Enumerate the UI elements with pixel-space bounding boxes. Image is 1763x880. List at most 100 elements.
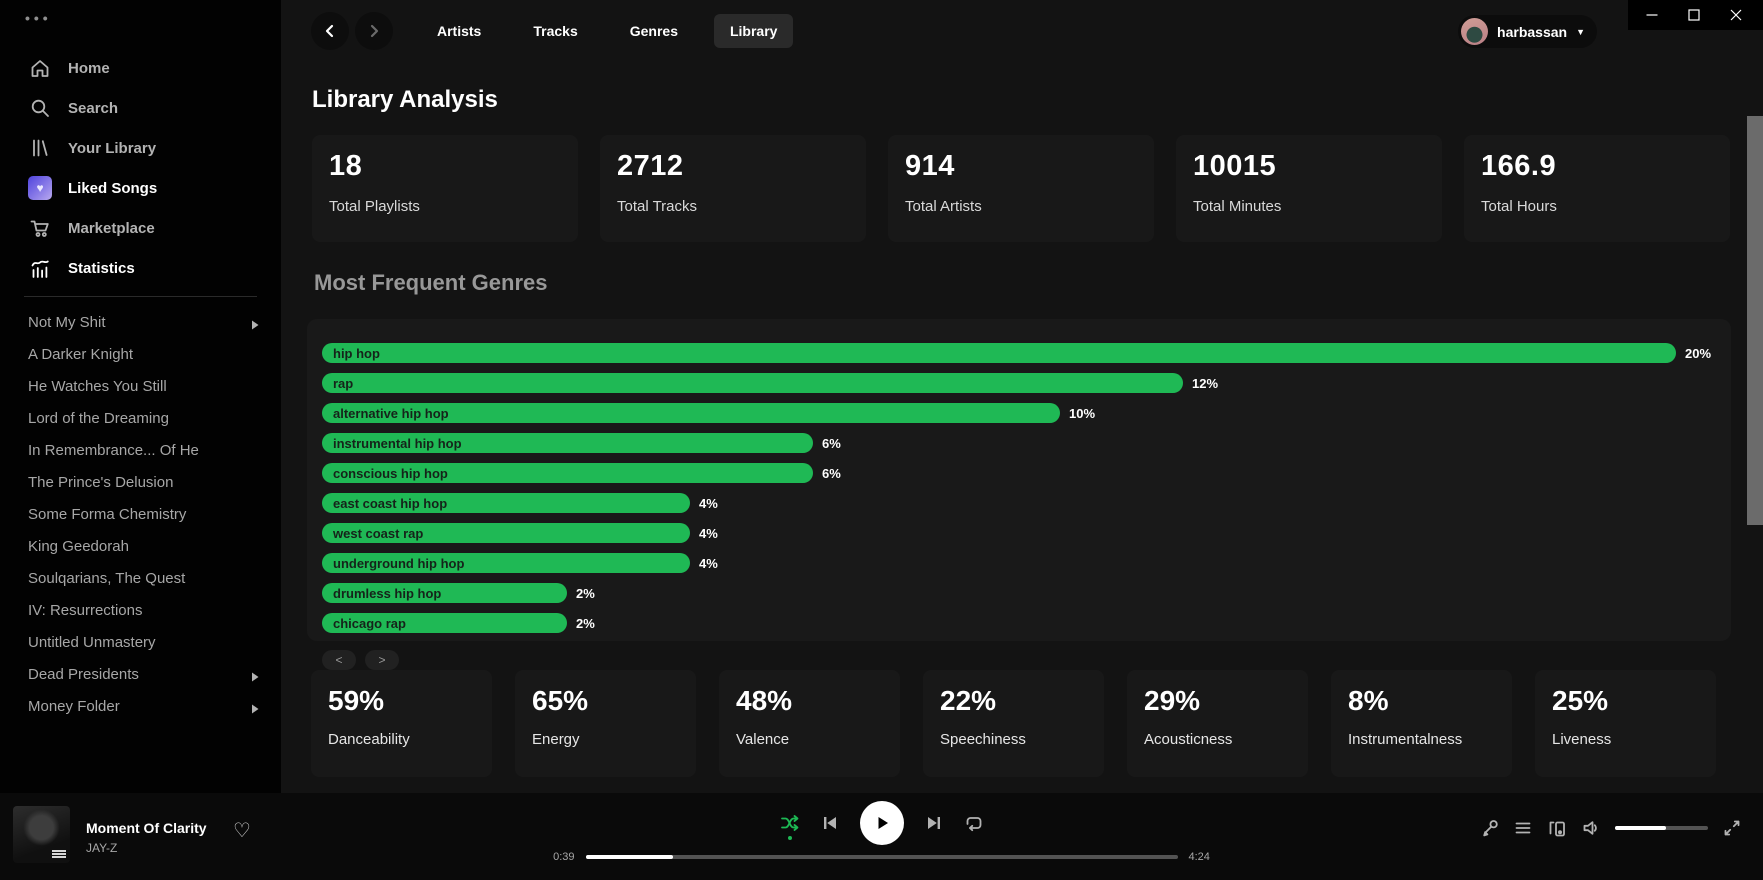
sidebar-playlist-item[interactable]: Soulqarians, The Quest xyxy=(0,562,281,594)
sidebar-playlist-item[interactable]: Untitled Unmastery xyxy=(0,626,281,658)
nav-forward-button[interactable] xyxy=(355,12,393,50)
window-controls xyxy=(1628,0,1763,30)
sidebar-playlist-item[interactable]: IV: Resurrections xyxy=(0,594,281,626)
shuffle-button[interactable] xyxy=(780,813,800,833)
genre-bar-row: conscious hip hop 6% xyxy=(322,458,1731,488)
stat-card: 18 Total Playlists xyxy=(312,135,578,242)
time-elapsed: 0:39 xyxy=(547,851,575,863)
genre-bar[interactable]: east coast hip hop xyxy=(322,493,690,513)
genre-bar[interactable]: instrumental hip hop xyxy=(322,433,813,453)
genre-bar[interactable]: rap xyxy=(322,373,1183,393)
sidebar-item-marketplace[interactable]: Marketplace xyxy=(0,208,281,248)
volume-icon[interactable] xyxy=(1582,819,1600,837)
chart-next-page-button[interactable]: > xyxy=(365,650,399,670)
player-bar: Moment Of Clarity JAY-Z ♡ 0:39 4:24 xyxy=(0,793,1763,880)
genres-section-title: Most Frequent Genres xyxy=(314,270,547,296)
chevron-right-icon xyxy=(251,317,259,327)
previous-button[interactable] xyxy=(822,815,838,831)
minimize-button[interactable] xyxy=(1646,9,1658,21)
chevron-right-icon xyxy=(251,413,259,423)
search-icon xyxy=(28,96,52,120)
now-playing-info: Moment Of Clarity JAY-Z xyxy=(86,820,207,855)
sidebar-item-home[interactable]: Home xyxy=(0,48,281,88)
sidebar-playlist-item[interactable]: Money Folder xyxy=(0,690,281,722)
playback-controls xyxy=(780,801,984,845)
sidebar-item-statistics[interactable]: Statistics xyxy=(0,248,281,288)
chevron-right-icon xyxy=(251,349,259,359)
sidebar-playlist-item[interactable]: Some Forma Chemistry xyxy=(0,498,281,530)
audio-feature-card: 8% Instrumentalness xyxy=(1331,670,1512,777)
genre-percent-label: 6% xyxy=(822,436,841,451)
chevron-right-icon xyxy=(251,637,259,647)
queue-icon[interactable] xyxy=(1514,819,1532,837)
genre-percent-label: 10% xyxy=(1069,406,1095,421)
progress-row: 0:39 4:24 xyxy=(547,851,1217,863)
album-art[interactable] xyxy=(13,806,70,863)
sidebar-playlist-item[interactable]: He Watches You Still xyxy=(0,370,281,402)
repeat-button[interactable] xyxy=(964,813,984,833)
nav-back-button[interactable] xyxy=(311,12,349,50)
genre-bar[interactable]: drumless hip hop xyxy=(322,583,567,603)
heart-outline-icon[interactable]: ♡ xyxy=(233,821,251,841)
tab-artists[interactable]: Artists xyxy=(421,14,497,48)
genre-bar[interactable]: alternative hip hop xyxy=(322,403,1060,423)
progress-bar[interactable] xyxy=(586,855,1178,859)
genre-bar[interactable]: west coast rap xyxy=(322,523,690,543)
genre-percent-label: 12% xyxy=(1192,376,1218,391)
sidebar-item-search[interactable]: Search xyxy=(0,88,281,128)
genre-bar[interactable]: conscious hip hop xyxy=(322,463,813,483)
time-total: 4:24 xyxy=(1189,851,1217,863)
sidebar-nav: Home Search Your Library ♥ Liked Songs M… xyxy=(0,48,281,722)
stat-card: 10015 Total Minutes xyxy=(1176,135,1442,242)
track-artist[interactable]: JAY-Z xyxy=(86,841,207,855)
genre-percent-label: 6% xyxy=(822,466,841,481)
stat-card: 914 Total Artists xyxy=(888,135,1154,242)
fullscreen-icon[interactable] xyxy=(1723,819,1741,837)
sidebar-playlist-item[interactable]: Lord of the Dreaming xyxy=(0,402,281,434)
genre-bar-row: drumless hip hop 2% xyxy=(322,578,1731,608)
sidebar-playlist-item[interactable]: The Prince's Delusion xyxy=(0,466,281,498)
sidebar-item-liked-songs[interactable]: ♥ Liked Songs xyxy=(0,168,281,208)
play-icon xyxy=(860,801,904,845)
genre-percent-label: 20% xyxy=(1685,346,1711,361)
genre-bar[interactable]: hip hop xyxy=(322,343,1676,363)
maximize-button[interactable] xyxy=(1688,9,1700,21)
next-button[interactable] xyxy=(926,815,942,831)
volume-slider[interactable] xyxy=(1615,826,1708,830)
genre-bar-row: west coast rap 4% xyxy=(322,518,1731,548)
play-button[interactable] xyxy=(860,801,904,845)
statistics-icon xyxy=(28,256,52,280)
close-button[interactable] xyxy=(1730,9,1742,21)
genre-bar-row: instrumental hip hop 6% xyxy=(322,428,1731,458)
sidebar-playlist-item[interactable]: Not My Shit xyxy=(0,306,281,338)
sidebar-playlist-item[interactable]: In Remembrance... Of He xyxy=(0,434,281,466)
chart-prev-page-button[interactable]: < xyxy=(322,650,356,670)
sidebar-playlist-item[interactable]: King Geedorah xyxy=(0,530,281,562)
devices-icon[interactable] xyxy=(1547,819,1567,837)
vertical-scrollbar[interactable] xyxy=(1747,116,1763,525)
audio-feature-card: 65% Energy xyxy=(515,670,696,777)
user-menu[interactable]: harbassan ▼ xyxy=(1458,15,1597,48)
parental-advisory-badge xyxy=(52,850,66,859)
tab-genres[interactable]: Genres xyxy=(614,14,694,48)
genre-bar-chart: hip hop 20% rap 12% alternative hip hop … xyxy=(307,319,1731,641)
lyrics-icon[interactable] xyxy=(1481,819,1499,837)
page-title: Library Analysis xyxy=(312,86,498,114)
tab-tracks[interactable]: Tracks xyxy=(517,14,593,48)
audio-feature-card: 48% Valence xyxy=(719,670,900,777)
home-icon xyxy=(28,56,52,80)
sidebar-item-your-library[interactable]: Your Library xyxy=(0,128,281,168)
sidebar-playlist-item[interactable]: Dead Presidents xyxy=(0,658,281,690)
stat-card: 2712 Total Tracks xyxy=(600,135,866,242)
sidebar-playlist-item[interactable]: A Darker Knight xyxy=(0,338,281,370)
genre-bar[interactable]: chicago rap xyxy=(322,613,567,633)
track-title[interactable]: Moment Of Clarity xyxy=(86,820,207,836)
volume-fill xyxy=(1615,826,1666,830)
genre-bar[interactable]: underground hip hop xyxy=(322,553,690,573)
app-menu-dots[interactable]: ••• xyxy=(25,10,52,26)
progress-fill xyxy=(586,855,674,859)
chevron-right-icon xyxy=(251,445,259,455)
chevron-right-icon xyxy=(251,669,259,679)
tab-library[interactable]: Library xyxy=(714,14,793,48)
chevron-right-icon xyxy=(251,605,259,615)
